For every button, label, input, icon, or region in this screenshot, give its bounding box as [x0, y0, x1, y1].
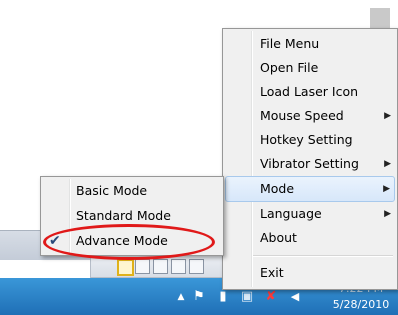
menu-item-label: Vibrator Setting	[260, 156, 359, 171]
show-hidden-icons-icon[interactable]: ▲	[172, 288, 190, 306]
laser-tray-icon-highlighted[interactable]	[117, 259, 134, 276]
menu-item-label: Load Laser Icon	[260, 84, 359, 99]
menu-item-label: About	[260, 230, 297, 245]
submenu-arrow-icon: ▶	[384, 111, 391, 121]
laser-pointer-icon[interactable]: ✘	[262, 288, 280, 306]
menu-separator	[253, 255, 393, 257]
device-icon[interactable]: ▮	[214, 288, 232, 306]
network-icon[interactable]: ▣	[238, 288, 256, 306]
menu-item-label: Mode	[260, 181, 295, 196]
menu-item-open-file[interactable]: Open File	[225, 56, 395, 80]
menu-item-label: File Menu	[260, 36, 320, 51]
menu-item-about[interactable]: About	[225, 226, 395, 250]
menu-item-language[interactable]: Language ▶	[225, 202, 395, 226]
menu-item-exit[interactable]: Exit	[225, 261, 395, 285]
speaker-icon[interactable]: ◀	[286, 288, 304, 306]
submenu-arrow-icon: ▶	[384, 159, 391, 169]
menu-item-mouse-speed[interactable]: Mouse Speed ▶	[225, 104, 395, 128]
menu-item-file-menu[interactable]: File Menu	[225, 32, 395, 56]
tray-overflow-icon-2[interactable]	[153, 259, 168, 274]
menu-item-label: Open File	[260, 60, 319, 75]
background-window-fragment	[370, 8, 390, 30]
clock-date: 5/28/2010	[332, 298, 390, 311]
menu-item-vibrator-setting[interactable]: Vibrator Setting ▶	[225, 152, 395, 176]
menu-item-label: Mouse Speed	[260, 108, 344, 123]
menu-item-load-laser-icon[interactable]: Load Laser Icon	[225, 80, 395, 104]
tray-overflow-icon-1[interactable]	[135, 259, 150, 274]
tray-overflow-icon-4[interactable]	[189, 259, 204, 274]
menu-item-label: Hotkey Setting	[260, 132, 353, 147]
menu-item-label: Exit	[260, 265, 284, 280]
menu-item-label: Basic Mode	[76, 183, 148, 198]
submenu-item-basic-mode[interactable]: Basic Mode	[43, 179, 221, 203]
menu-item-label: Language	[260, 206, 322, 221]
menu-item-mode[interactable]: Mode ▶	[225, 176, 395, 202]
context-menu: File Menu Open File Load Laser Icon Mous…	[222, 28, 398, 290]
tray-overflow-icon-3[interactable]	[171, 259, 186, 274]
highlight-annotation-oval	[43, 224, 215, 260]
submenu-arrow-icon: ▶	[383, 184, 390, 194]
menu-item-hotkey-setting[interactable]: Hotkey Setting	[225, 128, 395, 152]
submenu-arrow-icon: ▶	[384, 209, 391, 219]
flag-icon[interactable]: ⚑	[190, 288, 208, 306]
